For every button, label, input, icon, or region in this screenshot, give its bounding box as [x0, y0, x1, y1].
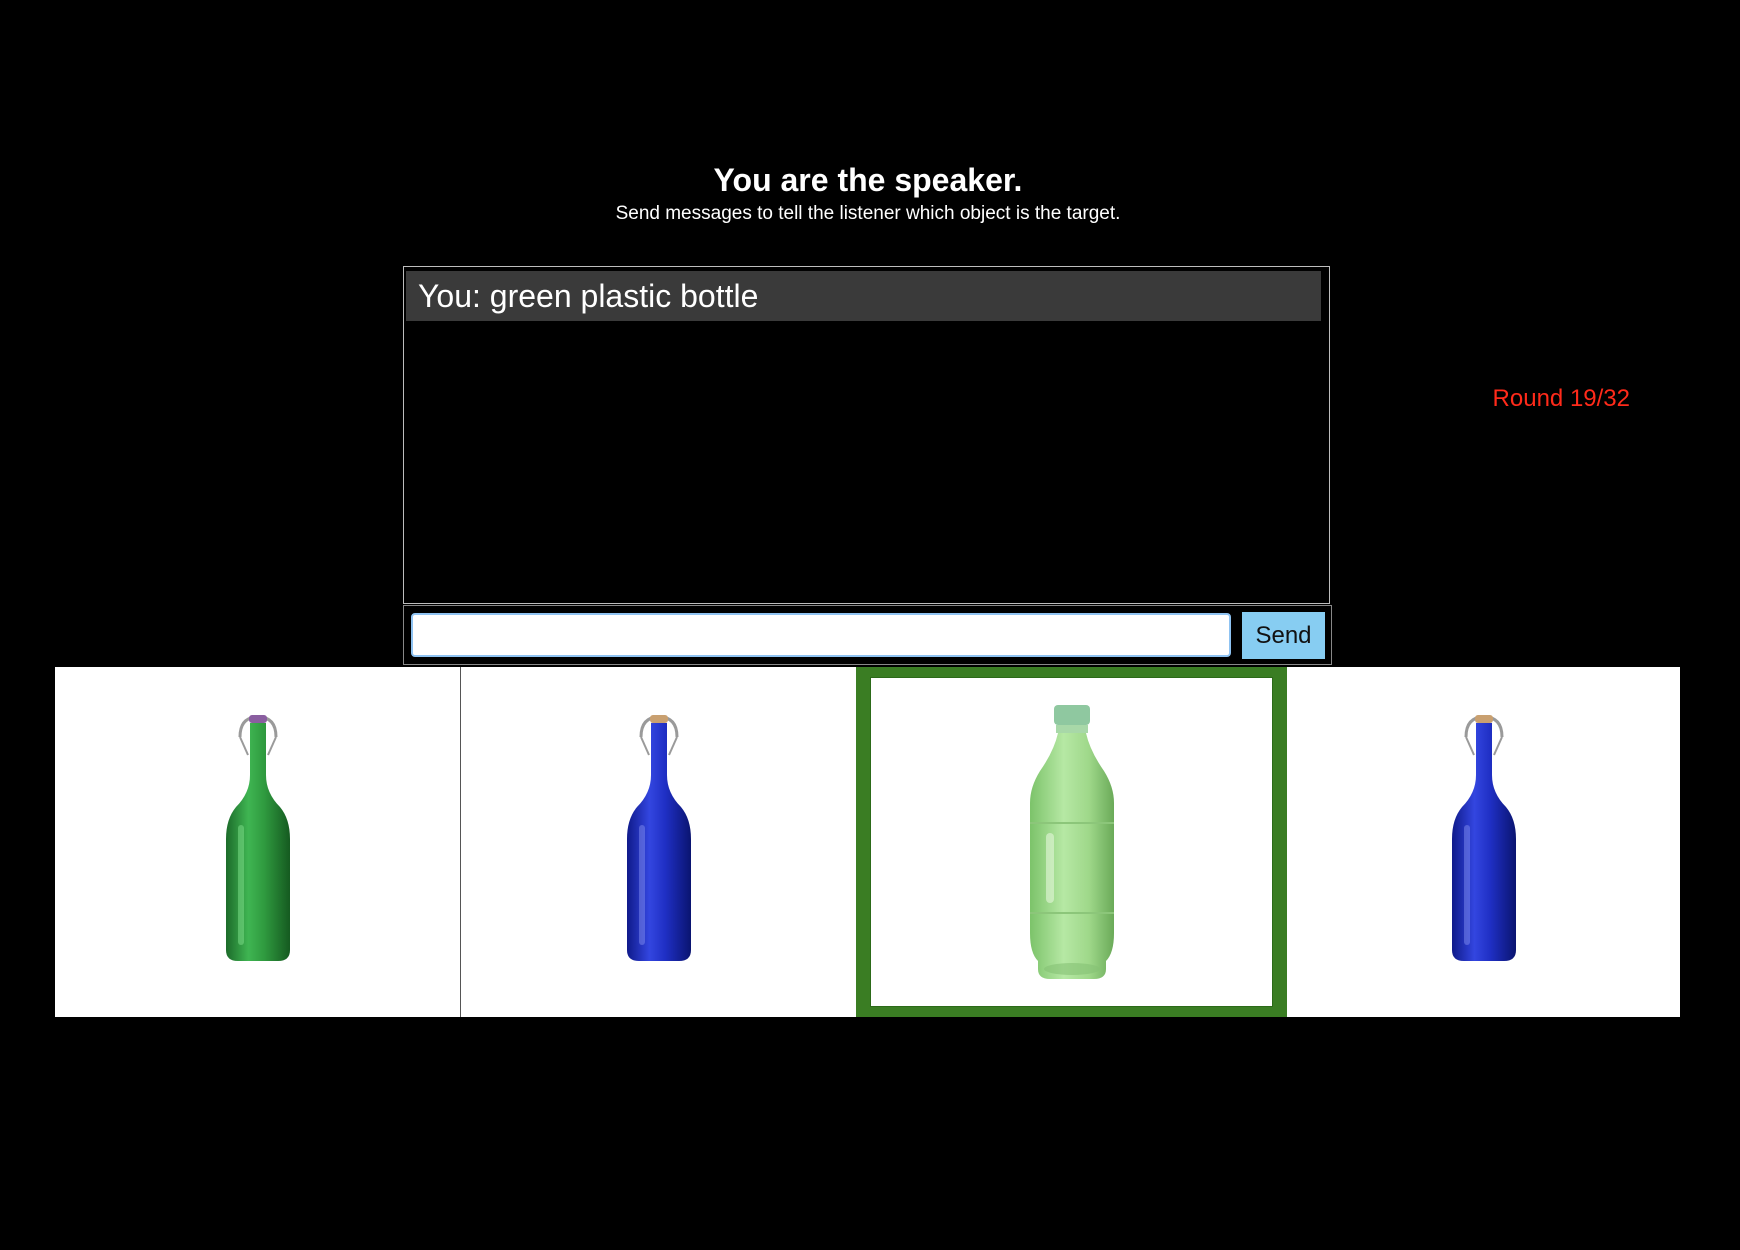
round-counter: Round 19/32	[1492, 385, 1630, 412]
chat-log[interactable]: You: green plastic bottle	[403, 266, 1330, 604]
object-card-4[interactable]	[1287, 667, 1680, 1017]
role-instructions: Send messages to tell the listener which…	[615, 203, 1121, 224]
green-plastic-bottle-image	[1029, 705, 1114, 979]
green-glass-bottle-image	[225, 715, 290, 961]
object-card-1[interactable]	[55, 667, 461, 1017]
role-title: You are the speaker.	[713, 162, 1023, 198]
instructions-header: You are the speaker. Send messages to te…	[0, 160, 1736, 226]
target-highlight-frame	[870, 677, 1273, 1007]
message-input[interactable]	[411, 613, 1231, 657]
object-card-2[interactable]	[461, 667, 856, 1017]
blue-glass-bottle-image	[1451, 715, 1516, 961]
chat-message: You: green plastic bottle	[406, 271, 1321, 321]
send-button[interactable]: Send	[1242, 612, 1325, 659]
target-object-card[interactable]	[856, 667, 1287, 1017]
chat-input-row: Send	[403, 605, 1332, 665]
blue-glass-bottle-image	[626, 715, 691, 961]
object-gallery	[55, 667, 1680, 1017]
